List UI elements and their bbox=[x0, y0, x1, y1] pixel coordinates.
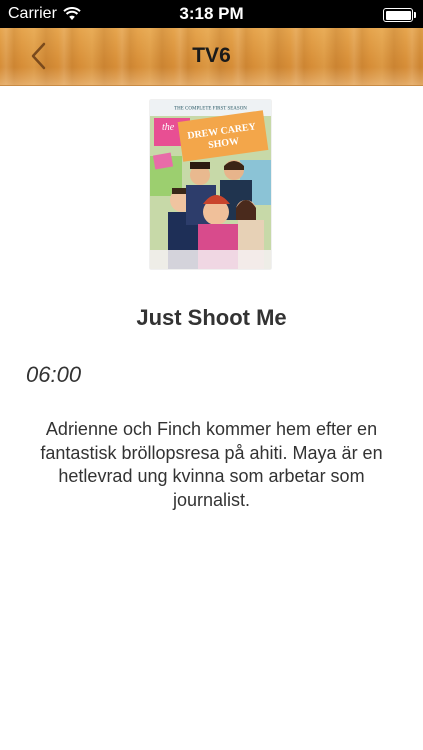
program-title: Just Shoot Me bbox=[136, 305, 287, 330]
program-cover-image: THE COMPLETE FIRST SEASON the DREW CAREY… bbox=[150, 100, 271, 269]
status-time: 3:18 PM bbox=[179, 4, 244, 23]
cover-the-text: the bbox=[162, 122, 175, 133]
program-time: 06:00 bbox=[26, 362, 82, 387]
program-description: Adrienne och Finch kommer hem efter en f… bbox=[40, 419, 383, 510]
cover-season-text: THE COMPLETE FIRST SEASON bbox=[174, 107, 247, 112]
nav-bar: TV6 bbox=[0, 28, 423, 86]
battery-icon bbox=[383, 8, 416, 22]
nav-title: TV6 bbox=[192, 44, 231, 67]
battery-fill bbox=[385, 10, 411, 20]
status-bar: Carrier 3:18 PM bbox=[0, 0, 423, 28]
